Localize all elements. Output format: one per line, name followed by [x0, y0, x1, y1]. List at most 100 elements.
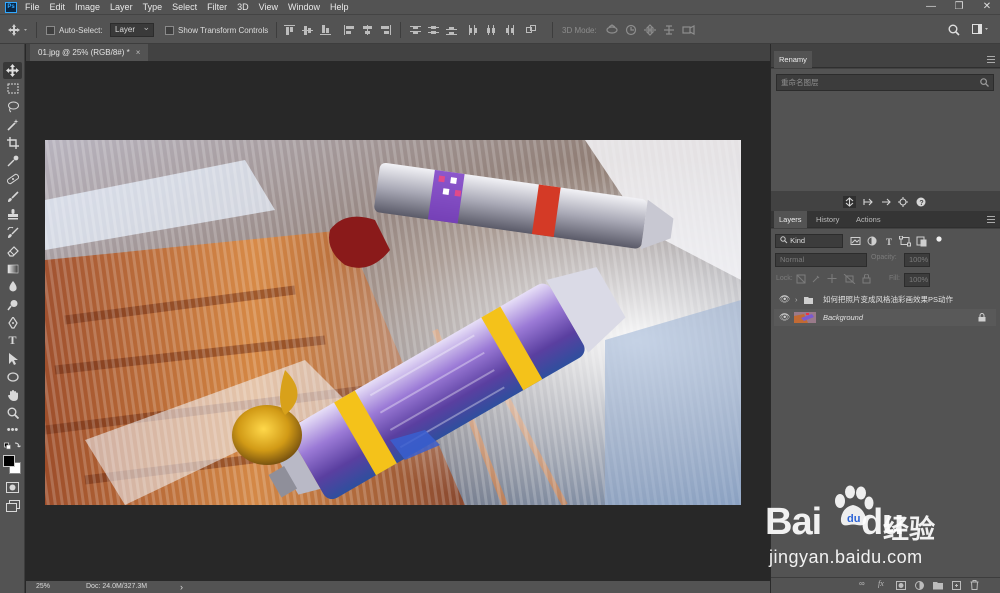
layer-filter-type-icons[interactable]: T: [850, 236, 948, 247]
layer-filter-kind-dropdown[interactable]: Kind: [775, 234, 843, 248]
tab-history[interactable]: History: [811, 211, 844, 228]
distribute-right-icon[interactable]: [504, 25, 515, 35]
type-t-icon: T: [8, 333, 17, 347]
document-title: 01.jpg @ 25% (RGB/8#) *: [38, 48, 130, 57]
distribute-left-icon[interactable]: [468, 25, 479, 35]
menu-select[interactable]: Select: [172, 0, 197, 14]
fill-field[interactable]: 100%: [904, 273, 930, 287]
quick-mask-icon[interactable]: [6, 482, 19, 493]
distribute-top-icon[interactable]: [410, 25, 421, 35]
auto-select-checkbox[interactable]: Auto-Select:: [46, 15, 103, 45]
brush-tool-button[interactable]: [3, 188, 22, 205]
align-bottom-edges-icon[interactable]: [320, 25, 331, 35]
distribute-vertical-centers-icon[interactable]: [428, 25, 439, 35]
status-menu-arrow-icon[interactable]: ›: [180, 581, 183, 593]
type-tool-button[interactable]: T: [3, 332, 22, 349]
search-icon[interactable]: [948, 24, 960, 36]
zoom-level[interactable]: 25%: [36, 581, 50, 593]
menu-3d[interactable]: 3D: [237, 0, 249, 14]
delete-layer-trash-icon[interactable]: [970, 580, 979, 590]
lock-label: Lock:: [776, 275, 793, 282]
move-tool-button[interactable]: [3, 62, 22, 79]
screen-mode-icon[interactable]: [6, 500, 20, 512]
restore-button[interactable]: ❐: [946, 0, 972, 14]
blend-mode-dropdown[interactable]: Normal: [775, 253, 867, 267]
clone-stamp-tool-button[interactable]: [3, 206, 22, 223]
tab-layers[interactable]: Layers: [774, 211, 807, 228]
path-selection-tool-button[interactable]: [3, 350, 22, 367]
align-horizontal-centers-icon[interactable]: [362, 25, 373, 35]
hand-tool-button[interactable]: [3, 386, 22, 403]
new-group-folder-icon[interactable]: [933, 581, 944, 590]
align-right-edges-icon[interactable]: [380, 25, 391, 35]
minimize-button[interactable]: —: [918, 0, 944, 14]
align-left-edges-icon[interactable]: [344, 25, 355, 35]
distribute-horizontal-centers-icon[interactable]: [486, 25, 497, 35]
lock-option-icons[interactable]: [796, 274, 876, 284]
tab-renamy[interactable]: Renamy: [774, 51, 812, 68]
zoom-tool-button[interactable]: [3, 404, 22, 421]
gradient-tool-button[interactable]: [3, 260, 22, 277]
3d-orbit-roll-pan-slide-scale-icons[interactable]: [606, 24, 696, 36]
link-layers-icon[interactable]: ∞: [859, 579, 865, 588]
close-document-icon[interactable]: ×: [136, 48, 141, 57]
panel-menu-icon[interactable]: [987, 216, 995, 223]
menu-edit[interactable]: Edit: [50, 0, 66, 14]
edit-toolbar-button[interactable]: •••: [3, 424, 22, 441]
panel-icon-strip: ?: [771, 194, 1000, 210]
layer-row-background[interactable]: 👁 Background: [774, 309, 996, 326]
menu-file[interactable]: File: [25, 0, 40, 14]
menu-layer[interactable]: Layer: [110, 0, 133, 14]
menu-view[interactable]: View: [259, 0, 278, 14]
crop-tool-button[interactable]: [3, 134, 22, 151]
workspace-switcher-icon[interactable]: [972, 24, 992, 36]
dodge-tool-button[interactable]: [3, 296, 22, 313]
layer-style-fx-icon[interactable]: fx: [878, 579, 884, 588]
layer-name[interactable]: 如何把照片变成风格油彩画效果PS动作: [823, 291, 953, 308]
shape-tool-button[interactable]: [3, 368, 22, 385]
menu-type[interactable]: Type: [143, 0, 163, 14]
add-mask-icon[interactable]: [896, 581, 906, 590]
close-window-button[interactable]: ✕: [974, 0, 1000, 14]
distribute-bottom-icon[interactable]: [446, 25, 457, 35]
align-vertical-centers-icon[interactable]: [302, 25, 313, 35]
menu-image[interactable]: Image: [75, 0, 100, 14]
auto-select-target-dropdown[interactable]: Layer: [110, 21, 154, 37]
layers-panel-footer: ∞ fx: [771, 577, 1000, 593]
eyedropper-tool-button[interactable]: [3, 152, 22, 169]
blur-tool-button[interactable]: [3, 278, 22, 295]
visibility-eye-icon[interactable]: 👁: [779, 291, 790, 308]
visibility-eye-icon[interactable]: 👁: [779, 309, 790, 326]
options-bar: Auto-Select: Layer Show Transform Contro…: [0, 14, 1000, 44]
align-top-edges-icon[interactable]: [284, 25, 295, 35]
eraser-tool-button[interactable]: [3, 242, 22, 259]
menu-window[interactable]: Window: [288, 0, 320, 14]
document-tab[interactable]: 01.jpg @ 25% (RGB/8#) * ×: [30, 44, 149, 61]
panel-menu-icon[interactable]: [987, 56, 995, 63]
marquee-tool-button[interactable]: [3, 80, 22, 97]
lasso-tool-button[interactable]: [3, 98, 22, 115]
expand-chevron-icon[interactable]: ›: [795, 291, 798, 308]
renamy-search-field[interactable]: 重命名图层: [776, 74, 994, 91]
foreground-color-swatch[interactable]: [3, 455, 15, 467]
adjustment-layer-icon[interactable]: [915, 581, 924, 590]
crop-icon: [6, 137, 19, 149]
opacity-field[interactable]: 100%: [904, 253, 930, 267]
history-brush-tool-button[interactable]: [3, 224, 22, 241]
new-layer-icon[interactable]: [952, 580, 961, 590]
oil-painting-canvas-image[interactable]: [45, 140, 741, 505]
layer-row-group[interactable]: 👁 › 如何把照片变成风格油彩画效果PS动作: [774, 291, 996, 308]
auto-align-layers-icon[interactable]: [526, 25, 537, 35]
tool-preset-picker[interactable]: [8, 15, 30, 45]
opacity-label: Opacity:: [871, 254, 897, 261]
default-colors-swap-icon[interactable]: [4, 442, 22, 452]
menu-filter[interactable]: Filter: [207, 0, 227, 14]
layer-name[interactable]: Background: [823, 309, 863, 326]
show-transform-controls-checkbox[interactable]: Show Transform Controls: [165, 15, 268, 45]
panel-shortcut-icons[interactable]: ?: [843, 196, 935, 208]
quick-select-tool-button[interactable]: [3, 116, 22, 133]
menu-help[interactable]: Help: [330, 0, 349, 14]
pen-tool-button[interactable]: [3, 314, 22, 331]
healing-brush-tool-button[interactable]: [3, 170, 22, 187]
tab-actions[interactable]: Actions: [851, 211, 886, 228]
